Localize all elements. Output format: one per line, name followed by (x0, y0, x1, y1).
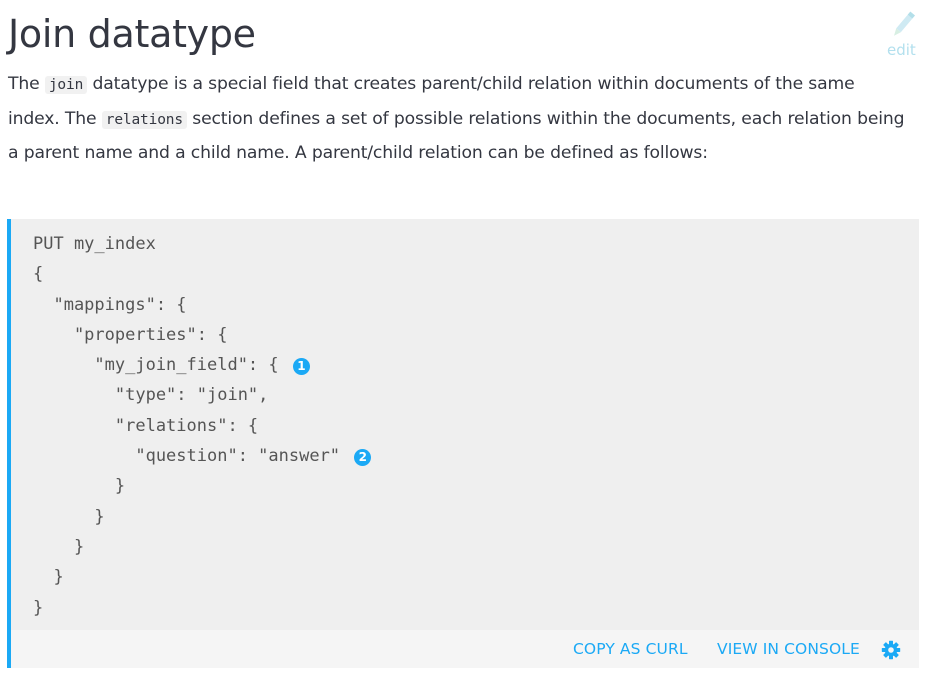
page-title: Join datatype (8, 12, 256, 56)
code-line: PUT my_index (33, 234, 156, 254)
copy-as-curl-link[interactable]: COPY AS CURL (573, 640, 688, 658)
code-line: { (33, 264, 44, 285)
code-line: } (33, 567, 64, 588)
code-block: PUT my_index { "mappings": { "properties… (7, 219, 919, 668)
code-line: } (33, 476, 126, 497)
code-line: "mappings": { (33, 294, 187, 315)
code-line: "properties": { (33, 324, 228, 345)
code-actions-bar: COPY AS CURL VIEW IN CONSOLE (11, 630, 919, 668)
intro-text-1: The (8, 74, 45, 94)
edit-label: edit (887, 41, 916, 59)
inline-code-relations: relations (101, 110, 187, 129)
code-line: } (33, 597, 44, 618)
edit-link[interactable]: edit (884, 6, 924, 62)
view-in-console-link[interactable]: VIEW IN CONSOLE (717, 640, 860, 658)
inline-code-join: join (44, 76, 88, 94)
code-line: "relations": { (33, 415, 259, 436)
code-snippet: PUT my_index { "mappings": { "properties… (33, 229, 372, 623)
pencil-icon (894, 11, 915, 36)
code-line: "question": "answer" (33, 446, 351, 467)
code-line: "my_join_field": { (33, 355, 289, 376)
code-line: } (33, 506, 105, 527)
callout-badge[interactable]: 2 (354, 449, 372, 467)
code-line: "type": "join", (33, 385, 269, 406)
doc-page: Join datatype edit The join datatype is … (0, 0, 934, 677)
callout-badge[interactable]: 1 (292, 358, 310, 376)
intro-paragraph: The join datatype is a special field tha… (8, 68, 908, 171)
gear-icon[interactable] (881, 640, 901, 660)
code-line: } (33, 536, 85, 557)
